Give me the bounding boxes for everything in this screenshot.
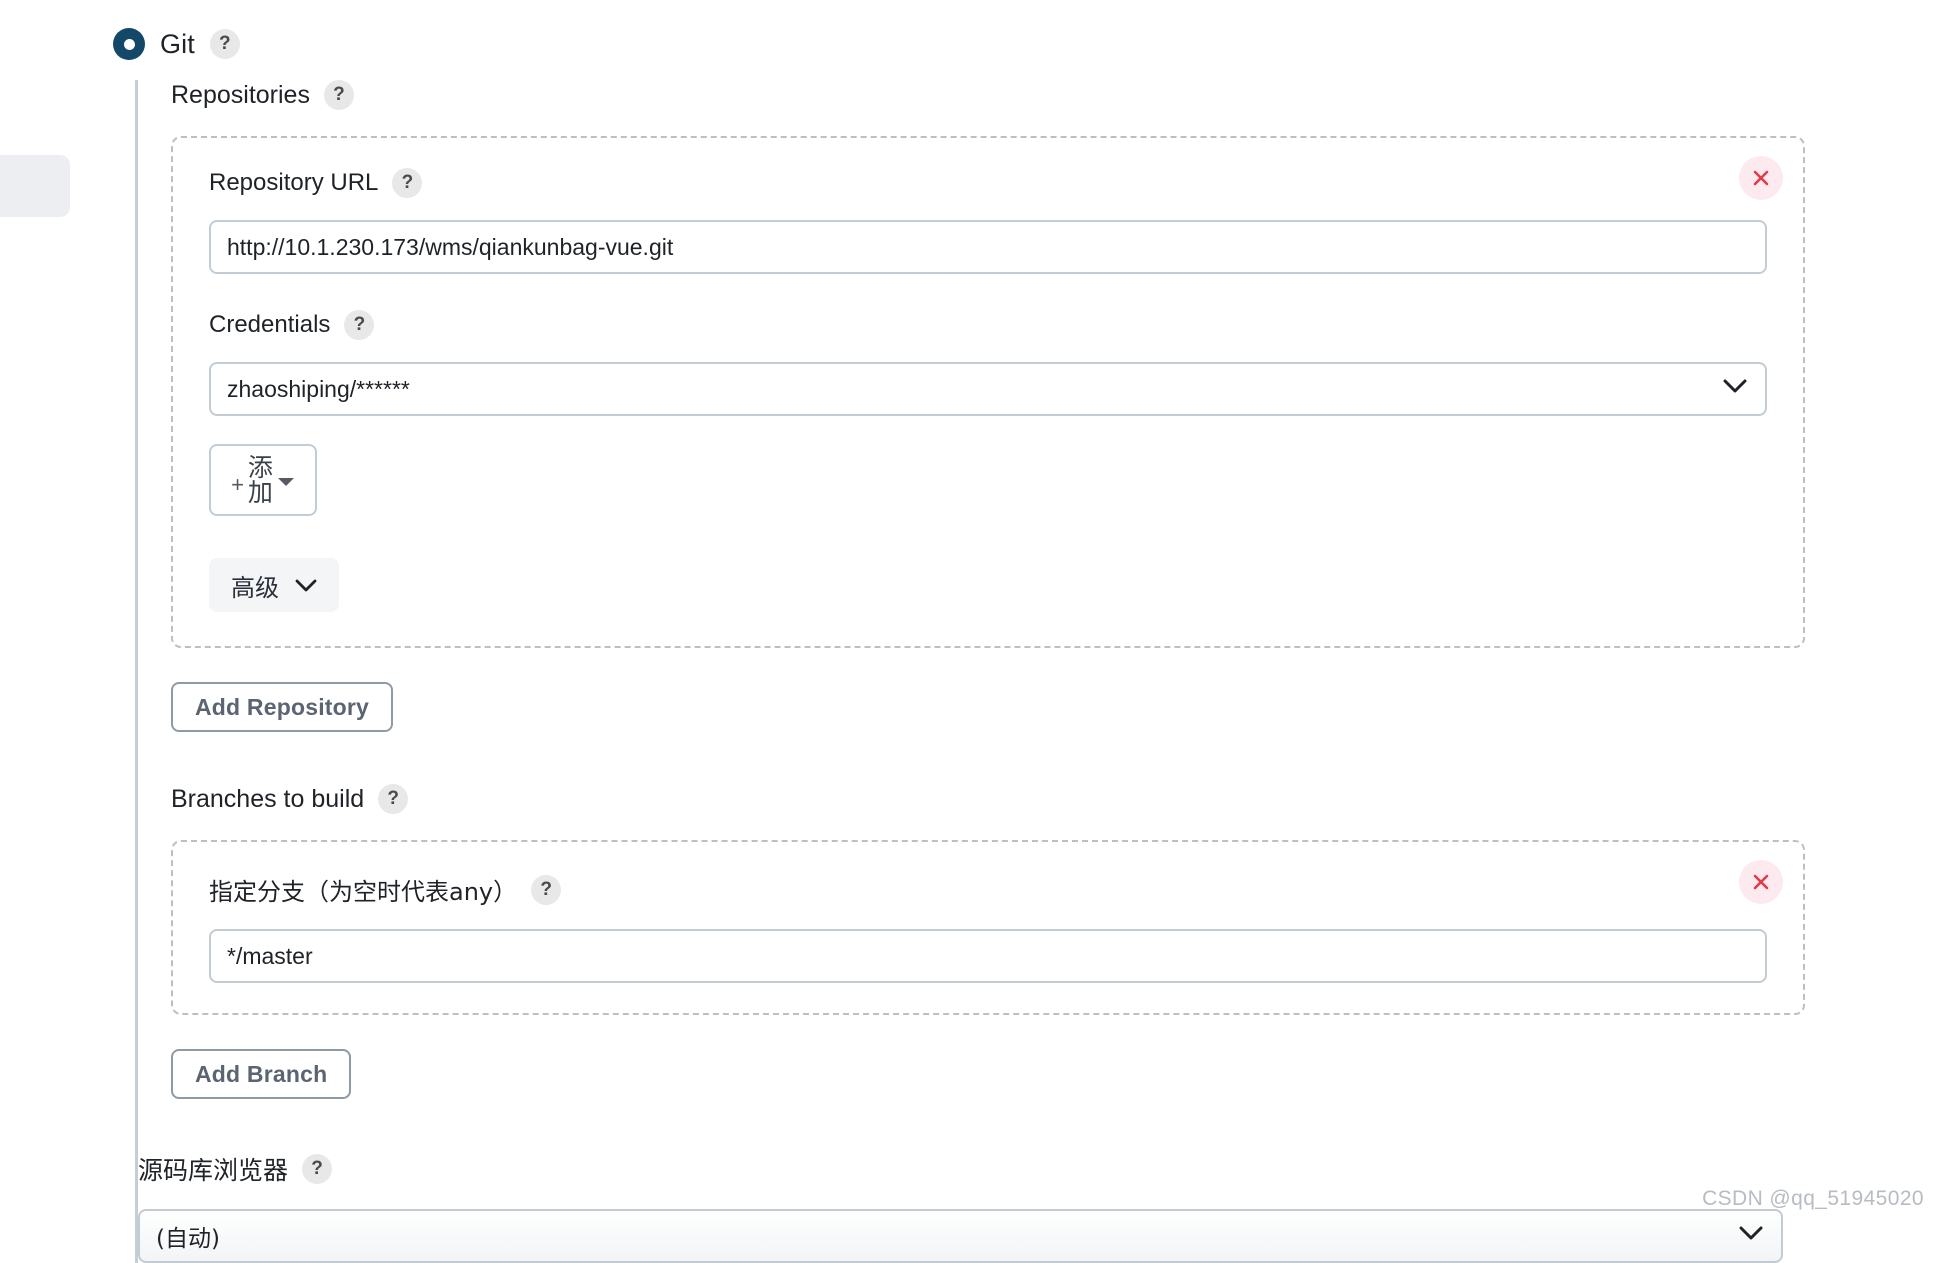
scm-git-option-row[interactable]: Git ?: [113, 28, 240, 60]
help-icon[interactable]: ?: [378, 784, 409, 814]
help-icon[interactable]: ?: [531, 874, 562, 905]
caret-down-icon: [277, 470, 295, 491]
branch-specifier-label-text: 指定分支（为空时代表any）: [209, 878, 518, 906]
credentials-selected-value: zhaoshiping/******: [227, 375, 410, 402]
advanced-label: 高级: [231, 573, 279, 602]
help-icon[interactable]: ?: [323, 80, 354, 110]
advanced-toggle-button[interactable]: 高级: [209, 558, 339, 612]
git-settings-container: Repositories ? Repository URL ? Credenti…: [135, 80, 1935, 1263]
repository-url-label: Repository URL ?: [209, 168, 1767, 198]
repositories-section-label: Repositories ?: [171, 80, 1935, 110]
repository-browser-label-text: 源码库浏览器: [138, 1156, 289, 1185]
branches-section-label: Branches to build ?: [171, 784, 1935, 814]
repository-browser-select[interactable]: (自动): [138, 1209, 1783, 1263]
delete-branch-button[interactable]: [1739, 860, 1783, 904]
radio-selected-dot: [123, 38, 135, 50]
credentials-select[interactable]: zhaoshiping/******: [209, 362, 1767, 416]
plus-icon: +: [231, 472, 244, 497]
add-credentials-label-line2: 加: [247, 478, 273, 507]
scm-git-radio[interactable]: [113, 28, 145, 60]
csdn-watermark: CSDN @qq_51945020: [1702, 1187, 1924, 1210]
close-icon: [1753, 170, 1769, 186]
repository-browser-select-wrap: (自动): [138, 1209, 1783, 1263]
repository-browser-selected-value: (自动): [156, 1226, 220, 1252]
repositories-label-text: Repositories: [171, 80, 310, 109]
scm-git-label: Git: [160, 28, 195, 59]
left-edge-tab[interactable]: [0, 155, 70, 217]
credentials-label: Credentials ?: [209, 310, 1767, 340]
help-icon[interactable]: ?: [302, 1154, 333, 1184]
add-branch-button[interactable]: Add Branch: [171, 1049, 352, 1099]
repository-browser-section-label: 源码库浏览器 ?: [138, 1151, 1935, 1187]
branch-specifier-label: 指定分支（为空时代表any） ?: [209, 872, 1767, 907]
add-credentials-button[interactable]: + 添 加: [209, 444, 317, 516]
repository-url-input[interactable]: [209, 220, 1767, 274]
help-icon[interactable]: ?: [392, 168, 423, 198]
repository-entry-block: Repository URL ? Credentials ? zhaoshipi…: [171, 136, 1805, 648]
help-icon[interactable]: ?: [209, 29, 240, 59]
add-repository-button[interactable]: Add Repository: [171, 682, 394, 732]
jenkins-scm-config-page: Git ? Repositories ? Repository URL ? Cr…: [0, 0, 1938, 1263]
delete-repository-button[interactable]: [1739, 156, 1783, 200]
branches-label-text: Branches to build: [171, 784, 365, 813]
close-icon: [1753, 874, 1769, 890]
chevron-down-icon: [295, 571, 317, 599]
add-credentials-label: 添 加: [247, 454, 273, 507]
credentials-label-text: Credentials: [209, 311, 331, 338]
branch-entry-block: 指定分支（为空时代表any） ?: [171, 840, 1805, 1015]
repository-url-label-text: Repository URL: [209, 169, 379, 196]
help-icon[interactable]: ?: [344, 310, 375, 340]
credentials-select-wrap: zhaoshiping/******: [209, 362, 1767, 416]
branch-specifier-input[interactable]: [209, 929, 1767, 983]
